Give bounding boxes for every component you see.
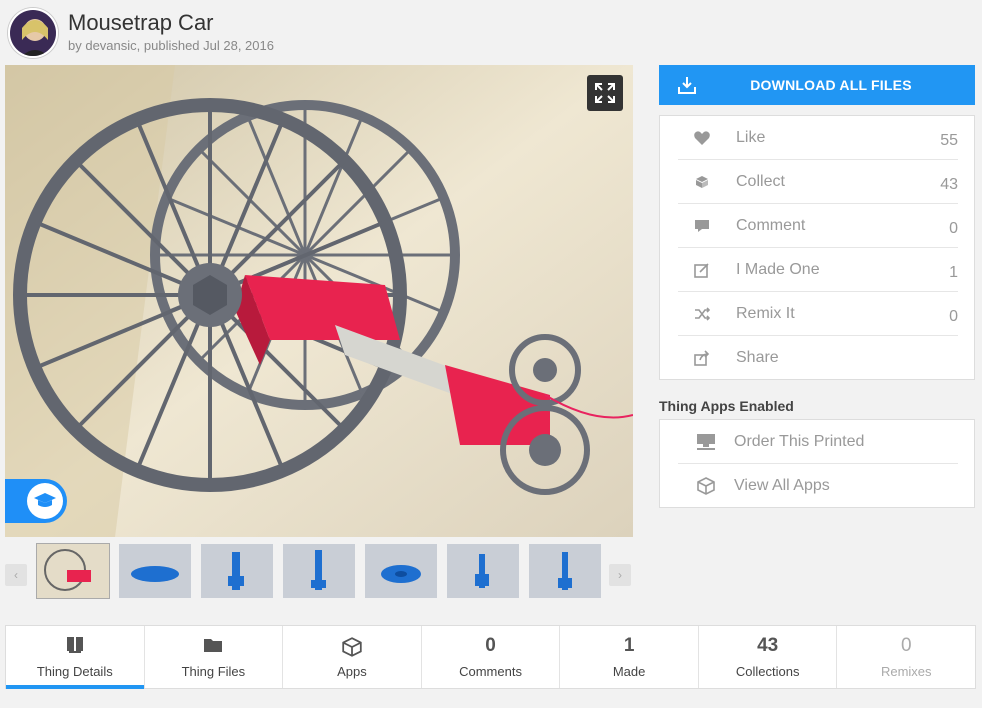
tab-thing-details[interactable]: Thing Details bbox=[6, 626, 145, 689]
heart-icon bbox=[678, 130, 718, 145]
download-all-button[interactable]: DOWNLOAD ALL FILES bbox=[659, 65, 975, 105]
cube-icon bbox=[283, 636, 421, 658]
thumbnail-strip: ‹ › bbox=[5, 543, 633, 600]
graduation-cap-icon bbox=[34, 493, 56, 507]
thing-tabs: Thing Details Thing Files Apps 0 Comment… bbox=[5, 625, 976, 689]
printer-icon bbox=[678, 432, 734, 452]
share-icon bbox=[678, 350, 718, 366]
comment-icon bbox=[678, 219, 718, 233]
order-printed-app[interactable]: Order This Printed bbox=[678, 420, 958, 464]
remix-action[interactable]: Remix It 0 bbox=[678, 292, 958, 336]
apps-panel: Order This Printed View All Apps bbox=[659, 419, 975, 508]
remixes-count: 0 bbox=[900, 635, 912, 656]
tab-collections[interactable]: 43 Collections bbox=[699, 626, 838, 688]
made-one-action[interactable]: I Made One 1 bbox=[678, 248, 958, 292]
thumb-next-icon[interactable]: › bbox=[609, 564, 631, 586]
collect-icon bbox=[678, 175, 718, 189]
thing-header: Mousetrap Car by devansic, published Jul… bbox=[8, 8, 648, 60]
made-count: 1 bbox=[623, 635, 635, 656]
cube-icon bbox=[678, 476, 734, 496]
collect-action[interactable]: Collect 43 bbox=[678, 160, 958, 204]
thumb-prev-icon[interactable]: ‹ bbox=[5, 564, 27, 586]
thumbnail[interactable] bbox=[447, 544, 519, 598]
tab-thing-files[interactable]: Thing Files bbox=[145, 626, 284, 688]
thumbnail[interactable] bbox=[283, 544, 355, 598]
tab-made[interactable]: 1 Made bbox=[560, 626, 699, 688]
folder-icon bbox=[145, 636, 283, 654]
thumbnail[interactable] bbox=[119, 544, 191, 598]
download-label: DOWNLOAD ALL FILES bbox=[750, 77, 912, 93]
share-action[interactable]: Share bbox=[678, 336, 958, 380]
comment-action[interactable]: Comment 0 bbox=[678, 204, 958, 248]
book-icon bbox=[6, 636, 144, 654]
creator-byline[interactable]: by devansic, published Jul 28, 2016 bbox=[68, 38, 274, 53]
apps-heading: Thing Apps Enabled bbox=[659, 398, 794, 414]
view-all-apps[interactable]: View All Apps bbox=[678, 464, 958, 508]
thumbnail[interactable] bbox=[201, 544, 273, 598]
thumbnail[interactable] bbox=[365, 544, 437, 598]
thumbnail[interactable] bbox=[529, 544, 601, 598]
creator-avatar[interactable] bbox=[8, 8, 58, 58]
tab-apps[interactable]: Apps bbox=[283, 626, 422, 688]
tab-comments[interactable]: 0 Comments bbox=[422, 626, 561, 688]
main-photo[interactable] bbox=[5, 65, 633, 537]
collections-count: 43 bbox=[757, 635, 779, 656]
edit-icon bbox=[678, 262, 718, 278]
shuffle-icon bbox=[678, 306, 718, 321]
comments-count: 0 bbox=[485, 635, 496, 656]
actions-panel: Like 55 Collect 43 Comment 0 I Made One … bbox=[659, 115, 975, 380]
download-icon bbox=[659, 65, 715, 105]
page-title: Mousetrap Car bbox=[68, 10, 214, 35]
tab-remixes[interactable]: 0 Remixes bbox=[837, 626, 975, 688]
education-badge[interactable] bbox=[5, 479, 67, 523]
expand-icon[interactable] bbox=[587, 75, 623, 111]
like-action[interactable]: Like 55 bbox=[678, 116, 958, 160]
thumbnail[interactable] bbox=[36, 543, 110, 599]
